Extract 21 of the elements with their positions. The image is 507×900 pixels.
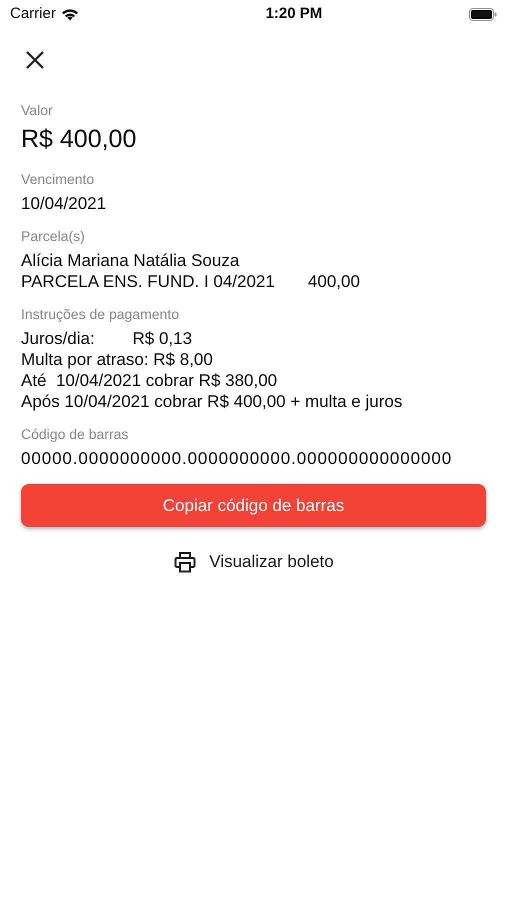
field-label: Vencimento bbox=[21, 170, 96, 189]
field-value: Multa por atraso: R$ 8,00 bbox=[21, 349, 214, 370]
copy-barcode-button[interactable]: Copiar código de barras bbox=[21, 484, 486, 527]
carrier-label: Carrier bbox=[10, 4, 56, 24]
field-value: Alícia Mariana Natália Souza bbox=[21, 250, 240, 271]
field-label: Valor bbox=[21, 101, 54, 120]
field-label: Parcela(s) bbox=[21, 227, 86, 246]
field-value: 10/04/2021 bbox=[21, 193, 108, 214]
printer-icon bbox=[173, 550, 198, 574]
field-value: Até 10/04/2021 cobrar R$ 380,00 bbox=[21, 370, 278, 391]
barcode-number: 00000.0000000000.0000000000.000000000000000 bbox=[21, 448, 454, 470]
amount-value: R$ 400,00 bbox=[21, 124, 138, 155]
field-value: Juros/dia: R$ 0,13 bbox=[21, 328, 194, 349]
field-value: Após 10/04/2021 cobrar R$ 400,00 + multa e juros bbox=[21, 391, 404, 412]
field-label: Código de barras bbox=[21, 425, 130, 444]
battery-icon bbox=[468, 8, 497, 20]
clock-time: 1:20 PM bbox=[266, 4, 322, 24]
field-label: Instruções de pagamento bbox=[21, 305, 180, 324]
view-slip-link[interactable]: Visualizar boleto bbox=[173, 549, 334, 574]
field-value: PARCELA ENS. FUND. I 04/2021 400,00 bbox=[21, 271, 361, 292]
wifi-icon bbox=[60, 8, 79, 20]
